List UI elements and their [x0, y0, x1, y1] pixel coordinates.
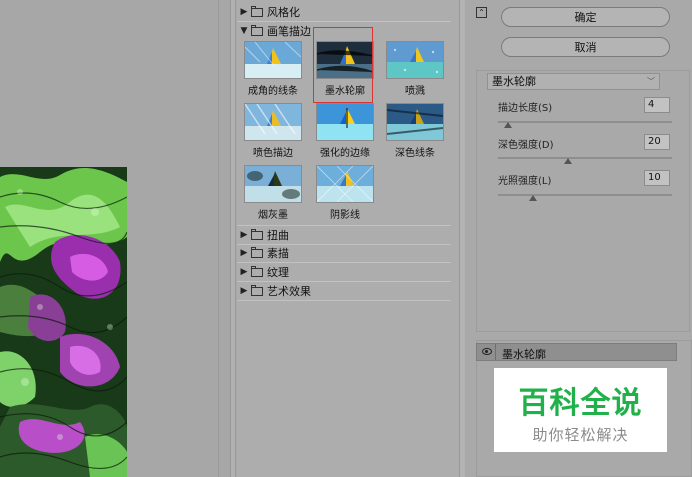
- folder-label: 扭曲: [267, 229, 289, 242]
- cancel-button[interactable]: 取消: [501, 37, 670, 57]
- folder-stylize[interactable]: ▶ 风格化: [237, 3, 451, 22]
- filter-select[interactable]: 墨水轮廓 ﹀: [487, 73, 660, 90]
- filter-thumb-dark-strokes[interactable]: 深色线条: [386, 103, 444, 159]
- folder-icon: [251, 246, 263, 258]
- filter-thumb-angled-strokes[interactable]: 成角的线条: [244, 41, 302, 97]
- dark-intensity-input[interactable]: 20: [644, 134, 670, 150]
- watermark-logo: 百科全说 助你轻松解决: [494, 368, 667, 452]
- layer-separator: [495, 344, 496, 360]
- param-label-dark-intensity: 深色强度(D): [498, 140, 554, 151]
- thumb-image: [244, 165, 302, 203]
- slider-knob[interactable]: [564, 158, 572, 164]
- folder-label: 画笔描边: [267, 25, 311, 38]
- pane-divider-left[interactable]: [230, 0, 236, 477]
- thumb-label: 成角的线条: [248, 86, 298, 97]
- thumb-image: [386, 41, 444, 79]
- folder-texture[interactable]: ▶ 纹理: [237, 263, 451, 282]
- folder-sketch[interactable]: ▶ 素描: [237, 244, 451, 263]
- light-intensity-input[interactable]: 10: [644, 170, 670, 186]
- thumb-image: [386, 103, 444, 141]
- watermark-title: 百科全说: [518, 386, 643, 421]
- filter-thumb-crosshatch[interactable]: 阴影线: [316, 165, 374, 221]
- thumb-label: 烟灰墨: [258, 210, 288, 221]
- folder-artistic[interactable]: ▶ 艺术效果: [237, 282, 451, 301]
- collapse-arrow-icon: ▼: [240, 26, 248, 36]
- preview-image: [0, 167, 127, 477]
- folder-label: 风格化: [267, 6, 300, 19]
- folder-icon: [251, 228, 263, 240]
- effect-layer-row[interactable]: 墨水轮廓: [476, 343, 677, 361]
- filter-select-value: 墨水轮廓: [492, 75, 536, 88]
- light-intensity-slider[interactable]: [498, 194, 672, 201]
- folder-label: 艺术效果: [267, 285, 311, 298]
- thumb-label: 阴影线: [330, 210, 360, 221]
- folder-icon: [251, 265, 263, 277]
- filter-thumb-ink-outlines[interactable]: 墨水轮廓: [313, 27, 374, 103]
- stroke-length-slider[interactable]: [498, 121, 672, 128]
- folder-distort[interactable]: ▶ 扭曲: [237, 225, 451, 245]
- selection-frame: [313, 27, 373, 103]
- folder-label: 纹理: [267, 266, 289, 279]
- chevron-down-icon: ﹀: [647, 77, 655, 86]
- expand-arrow-icon: ▶: [240, 286, 248, 296]
- filter-thumb-sprayed-strokes[interactable]: 喷色描边: [244, 103, 302, 159]
- folder-icon: [251, 24, 263, 36]
- slider-knob[interactable]: [504, 122, 512, 128]
- expand-arrow-icon: ▶: [240, 7, 248, 17]
- thumb-image: [316, 103, 374, 141]
- dark-intensity-slider[interactable]: [498, 157, 672, 164]
- slider-knob[interactable]: [529, 195, 537, 201]
- effect-layer-name: 墨水轮廓: [502, 348, 546, 361]
- folder-label: 素描: [267, 247, 289, 260]
- ok-button[interactable]: 确定: [501, 7, 670, 27]
- collapse-gallery-button[interactable]: ⌃: [476, 7, 487, 18]
- thumb-label: 深色线条: [395, 148, 435, 159]
- folder-icon: [251, 284, 263, 296]
- expand-arrow-icon: ▶: [240, 230, 248, 240]
- thumb-image: [316, 165, 374, 203]
- filter-gallery: ▶ 风格化 ▼ 画笔描边 成角的线条 墨水轮廓 喷溅 喷色描边 强化的边缘 深色…: [237, 0, 459, 477]
- watermark-subtitle: 助你轻松解决: [532, 426, 629, 444]
- thumb-image: [244, 103, 302, 141]
- thumb-label: 喷色描边: [253, 148, 293, 159]
- expand-arrow-icon: ▶: [240, 248, 248, 258]
- expand-arrow-icon: ▶: [240, 267, 248, 277]
- pane-divider-right[interactable]: [459, 0, 465, 477]
- folder-icon: [251, 5, 263, 17]
- thumb-image: [244, 41, 302, 79]
- thumb-label: 强化的边缘: [320, 148, 370, 159]
- param-label-light-intensity: 光照强度(L): [498, 176, 552, 187]
- param-label-stroke-length: 描边长度(S): [498, 103, 553, 114]
- stroke-length-input[interactable]: 4: [644, 97, 670, 113]
- chevron-up-icon: ⌃: [478, 8, 485, 17]
- preview-canvas[interactable]: [0, 0, 230, 477]
- eye-icon[interactable]: [482, 348, 492, 355]
- filter-thumb-accented-edges[interactable]: 强化的边缘: [316, 103, 374, 159]
- thumb-label: 喷溅: [405, 86, 425, 97]
- filter-thumb-sumi-e[interactable]: 烟灰墨: [244, 165, 302, 221]
- filter-thumb-spatter[interactable]: 喷溅: [386, 41, 444, 97]
